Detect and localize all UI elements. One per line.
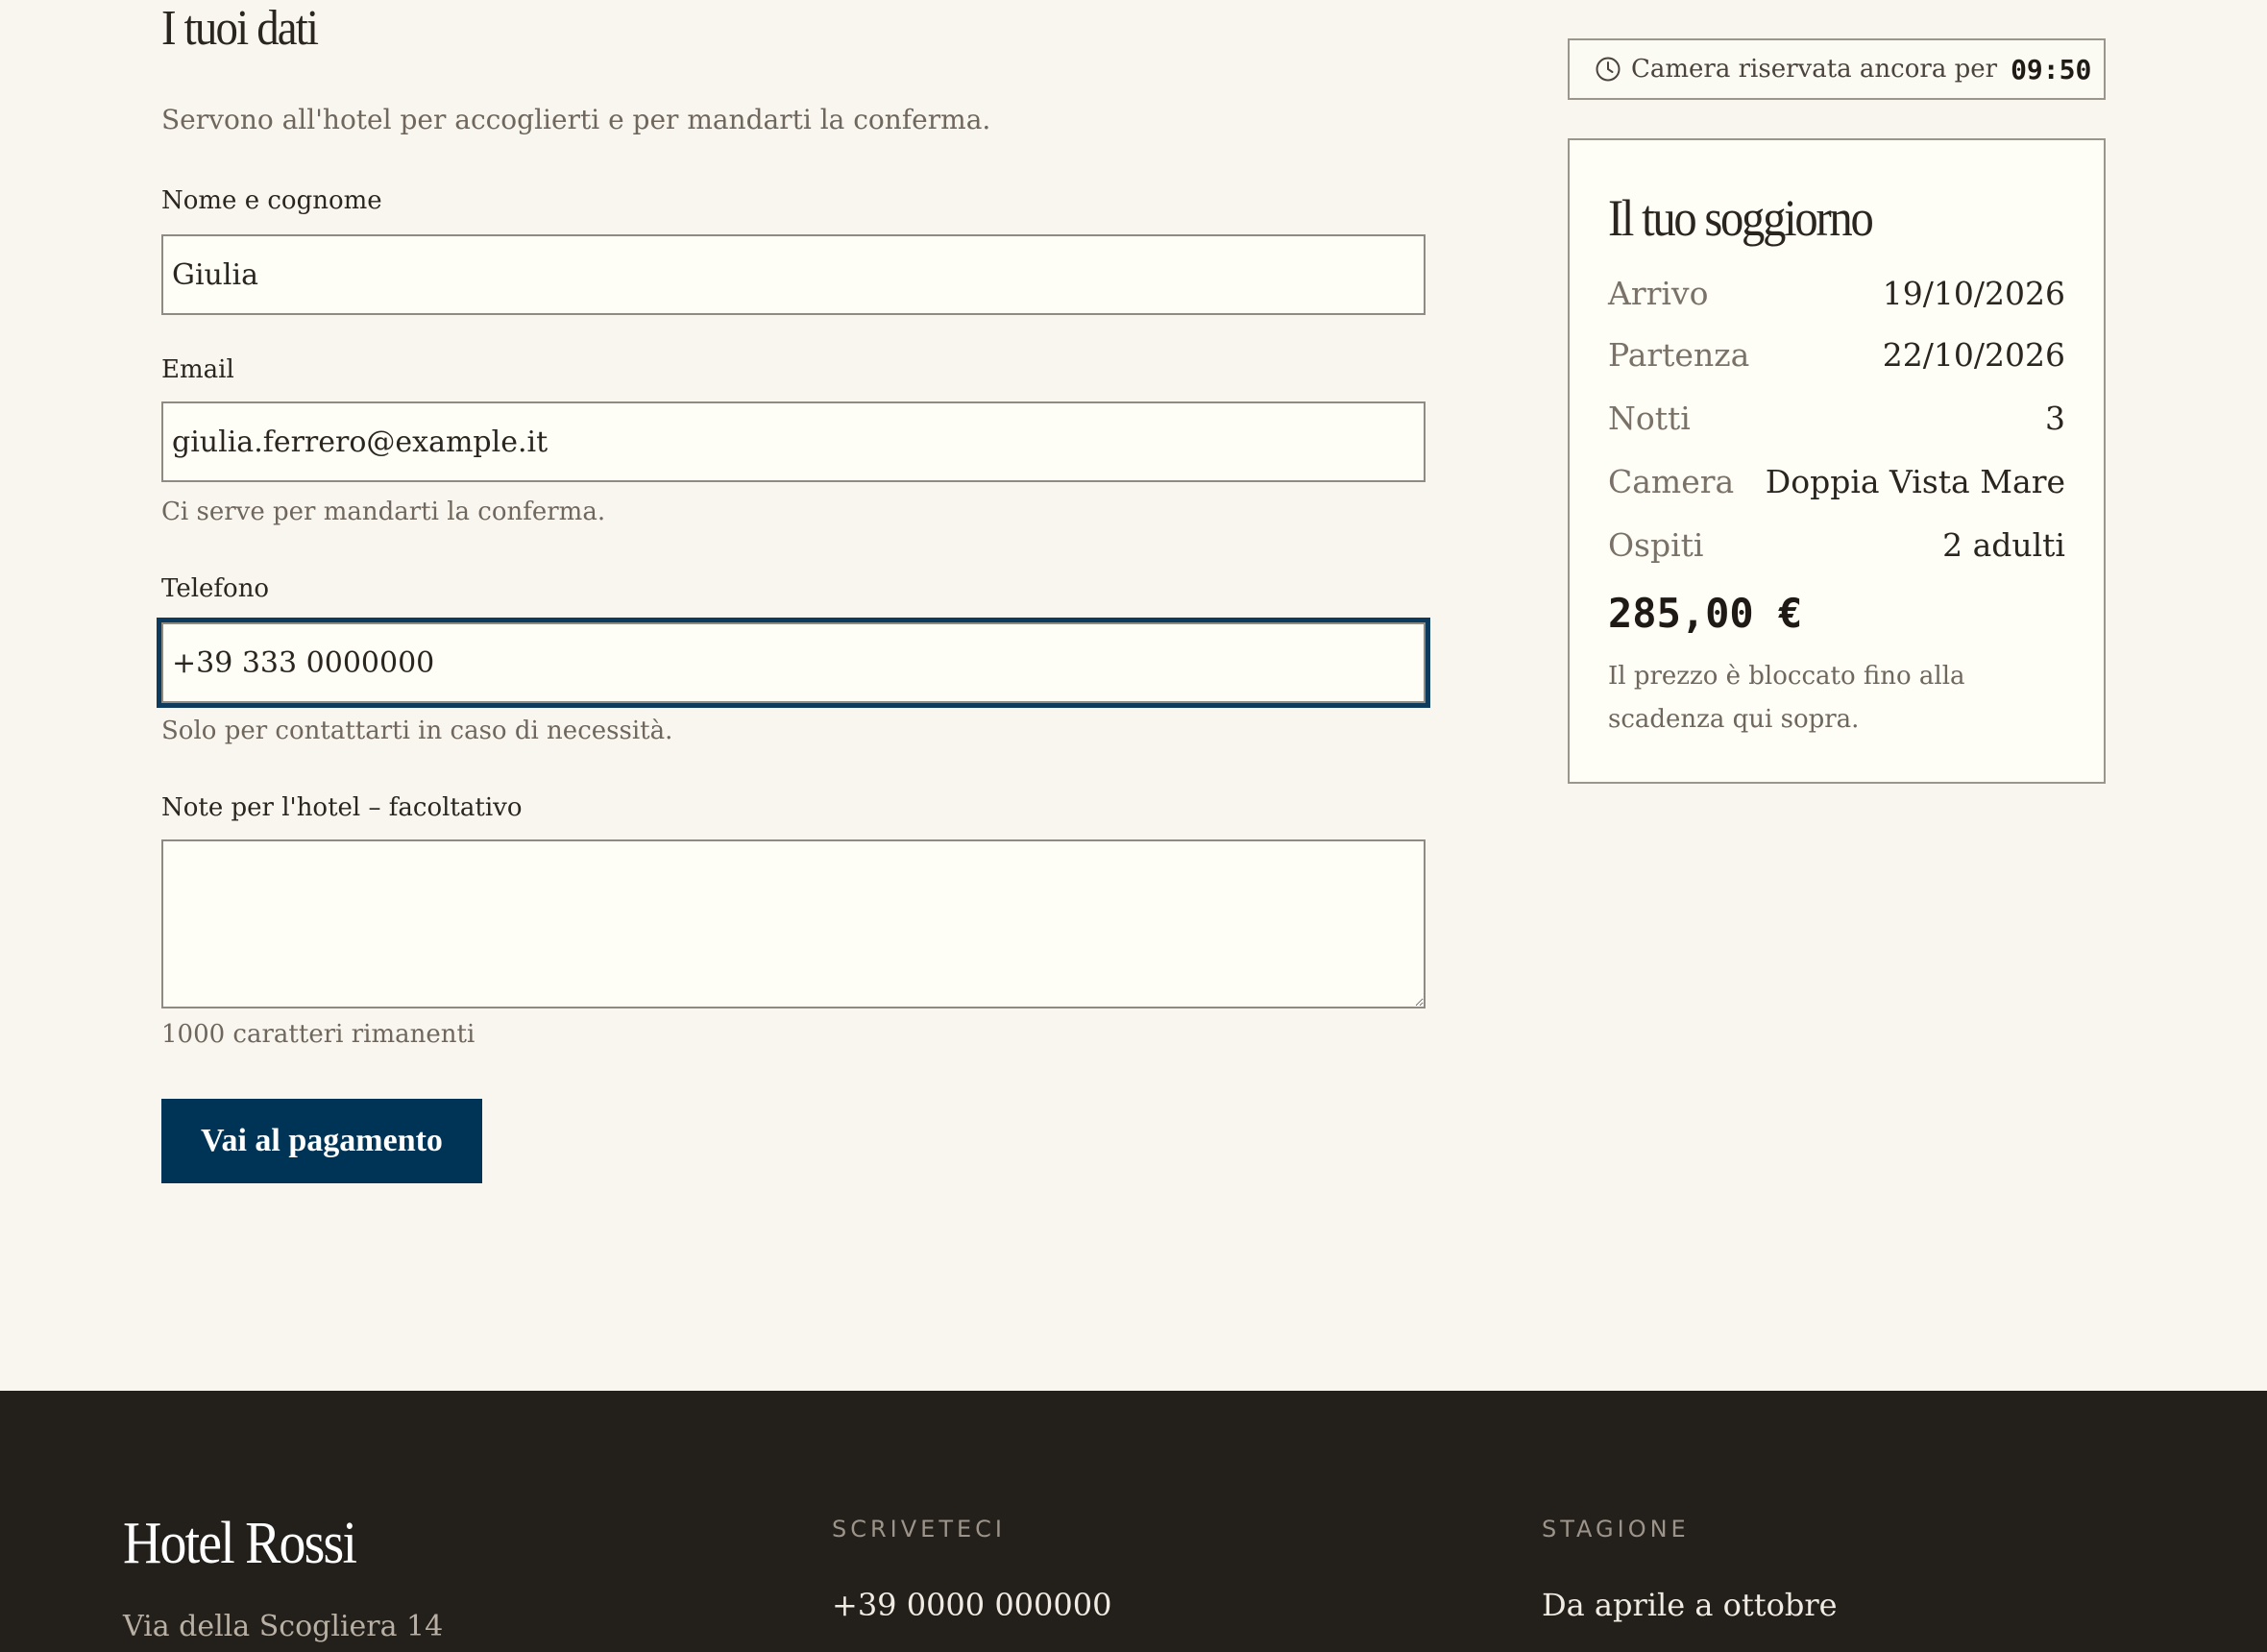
- reservation-timer: Camera riservata ancora per 09:50: [1568, 38, 2106, 100]
- summary-row-arrival: Arrivo 19/10/2026: [1608, 275, 2065, 312]
- email-label: Email: [161, 355, 234, 384]
- name-label: Nome e cognome: [161, 186, 382, 215]
- summary-value: 2 adulti: [1942, 526, 2065, 564]
- notes-label: Note per l'hotel – facoltativo: [161, 793, 523, 822]
- summary-title: Il tuo soggiorno: [1608, 189, 1874, 247]
- site-footer: Hotel Rossi Via della Scogliera 14 SCRIV…: [0, 1391, 2267, 1652]
- summary-key: Partenza: [1608, 336, 1750, 374]
- notes-textarea[interactable]: [161, 839, 1426, 1008]
- phone-hint: Solo per contattarti in caso di necessit…: [161, 717, 673, 745]
- phone-label: Telefono: [161, 574, 270, 603]
- footer-phone-link[interactable]: +39 0000 000000: [832, 1587, 1111, 1623]
- notes-counter: 1000 caratteri rimanenti: [161, 1020, 475, 1049]
- summary-value: Doppia Vista Mare: [1765, 463, 2065, 500]
- summary-key: Notti: [1608, 400, 1691, 437]
- summary-row-guests: Ospiti 2 adulti: [1608, 526, 2065, 564]
- phone-input[interactable]: [161, 622, 1426, 703]
- total-price: 285,00 €: [1608, 590, 1803, 637]
- summary-row-room: Camera Doppia Vista Mare: [1608, 463, 2065, 500]
- footer-address: Via della Scogliera 14: [123, 1610, 444, 1643]
- summary-value: 3: [2045, 400, 2065, 437]
- email-input[interactable]: [161, 401, 1426, 482]
- summary-value: 22/10/2026: [1882, 336, 2065, 374]
- stay-summary: Il tuo soggiorno Arrivo 19/10/2026 Parte…: [1568, 138, 2106, 784]
- footer-season-title: STAGIONE: [1542, 1516, 1690, 1543]
- page-subtitle: Servono all'hotel per accoglierti e per …: [161, 104, 991, 135]
- footer-season-value: Da aprile a ottobre: [1542, 1587, 1838, 1623]
- footer-brand: Hotel Rossi: [123, 1511, 357, 1576]
- summary-row-departure: Partenza 22/10/2026: [1608, 336, 2065, 374]
- email-hint: Ci serve per mandarti la conferma.: [161, 498, 606, 526]
- summary-value: 19/10/2026: [1882, 275, 2065, 312]
- timer-countdown: 09:50: [2011, 53, 2092, 85]
- price-note: Il prezzo è bloccato fino alla scadenza …: [1608, 662, 1965, 734]
- page-title: I tuoi dati: [161, 1, 319, 56]
- timer-text: Camera riservata ancora per: [1631, 55, 1998, 84]
- name-input[interactable]: [161, 234, 1426, 315]
- summary-row-nights: Notti 3: [1608, 400, 2065, 437]
- clock-icon: [1595, 56, 1621, 83]
- summary-key: Arrivo: [1608, 275, 1709, 312]
- summary-key: Camera: [1608, 463, 1735, 500]
- footer-contact-title: SCRIVETECI: [832, 1516, 1006, 1543]
- go-to-payment-button[interactable]: Vai al pagamento: [161, 1099, 482, 1183]
- summary-key: Ospiti: [1608, 526, 1704, 564]
